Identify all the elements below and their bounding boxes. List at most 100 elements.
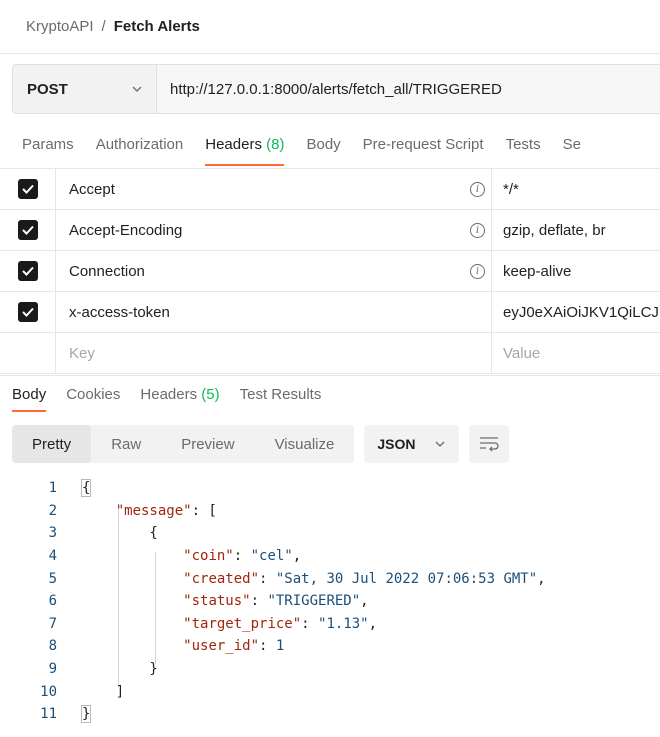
info-icon[interactable]: i: [470, 222, 485, 238]
code-text: :: [301, 615, 319, 632]
response-tabs: Body Cookies Headers (5) Test Results: [0, 375, 660, 413]
header-checkbox[interactable]: [17, 179, 38, 199]
tab-cookies[interactable]: Cookies: [66, 376, 120, 412]
tab-label: Tests: [505, 136, 541, 153]
json-key: "created": [183, 570, 260, 587]
code-text: {: [80, 479, 92, 498]
tab-label: Test Results: [239, 386, 322, 403]
header-key[interactable]: Connection: [69, 263, 145, 280]
json-key: "target_price": [183, 615, 302, 632]
headers-table: Accept i */* Accept-Encoding i gzip, defla…: [0, 168, 660, 374]
json-key: "status": [183, 593, 251, 610]
line-number: 3: [48, 525, 57, 542]
code-line: 9 }: [0, 658, 660, 681]
code-line: 10 ]: [0, 680, 660, 703]
language-select[interactable]: JSON: [364, 425, 460, 463]
header-value[interactable]: eyJ0eXAiOiJKV1QiLCJ: [492, 304, 660, 321]
response-toolbar: Pretty Raw Preview Visualize JSON: [12, 424, 510, 464]
method-select[interactable]: POST: [12, 64, 157, 114]
code-line: 3 {: [0, 522, 660, 545]
code-line: 2 "message": [: [0, 500, 660, 523]
tab-label: Body: [306, 136, 341, 153]
code-text: ,: [292, 548, 302, 565]
json-value: 1: [275, 638, 285, 655]
view-pretty-button[interactable]: Pretty: [12, 425, 92, 463]
json-value: "TRIGGERED": [267, 593, 361, 610]
info-icon[interactable]: i: [470, 263, 485, 279]
code-line: 5 "created": "Sat, 30 Jul 2022 07:06:53 …: [0, 567, 660, 590]
line-number: 6: [48, 593, 57, 610]
tab-label: Headers: [140, 386, 198, 403]
header-checkbox[interactable]: [17, 261, 38, 281]
breadcrumb: KryptoAPI / Fetch Alerts: [0, 0, 660, 54]
header-key[interactable]: Accept: [69, 181, 115, 198]
info-icon[interactable]: i: [470, 181, 485, 197]
tab-tests[interactable]: Tests: [506, 126, 541, 166]
response-headers-count: (5): [201, 386, 220, 403]
code-text: :: [250, 593, 268, 610]
view-mode-group: Pretty Raw Preview Visualize: [12, 425, 355, 463]
table-row: Connection i keep-alive: [0, 250, 660, 292]
code-text: ,: [537, 570, 546, 587]
code-text: {: [82, 525, 158, 542]
json-value: "cel": [250, 548, 293, 565]
checkmark-icon: [21, 225, 34, 235]
tab-response-headers[interactable]: Headers (5): [140, 376, 219, 412]
new-header-key-input[interactable]: Key: [56, 332, 492, 374]
header-value[interactable]: */*: [492, 181, 660, 198]
code-line: 1{: [0, 477, 660, 500]
line-number: 1: [48, 480, 57, 497]
tab-authorization[interactable]: Authorization: [96, 126, 184, 166]
code-line: 4 "coin": "cel",: [0, 545, 660, 568]
header-checkbox[interactable]: [17, 302, 38, 322]
header-value[interactable]: keep-alive: [492, 263, 660, 280]
language-label: JSON: [377, 436, 416, 452]
chevron-down-icon: [132, 86, 142, 92]
checkmark-icon: [21, 266, 34, 276]
tab-label: Cookies: [66, 386, 121, 403]
method-label: POST: [27, 80, 68, 98]
view-preview-button[interactable]: Preview: [161, 425, 254, 463]
tab-test-results[interactable]: Test Results: [240, 376, 322, 412]
code-text: : [: [191, 502, 217, 519]
view-raw-button[interactable]: Raw: [91, 425, 161, 463]
line-number: 4: [48, 548, 57, 565]
request-tabs: Params Authorization Headers (8) Body Pr…: [0, 126, 660, 168]
json-value: "Sat, 30 Jul 2022 07:06:53 GMT": [275, 570, 538, 587]
response-body-viewer[interactable]: 1{ 2 "message": [ 3 { 4 "coin": "cel", 5…: [0, 477, 660, 726]
line-number: 10: [40, 683, 57, 700]
tab-label: Params: [22, 136, 74, 153]
header-checkbox[interactable]: [17, 220, 38, 240]
line-number: 9: [48, 661, 57, 678]
new-header-value-input[interactable]: Value: [492, 345, 660, 362]
request-name[interactable]: Fetch Alerts: [114, 18, 200, 35]
tab-body[interactable]: Body: [306, 126, 340, 166]
tab-settings[interactable]: Se: [563, 126, 581, 166]
tab-params[interactable]: Params: [22, 126, 74, 166]
line-number: 5: [48, 570, 57, 587]
tab-response-body[interactable]: Body: [12, 376, 47, 412]
table-row: Accept i */*: [0, 168, 660, 210]
table-row: x-access-token eyJ0eXAiOiJKV1QiLCJ: [0, 291, 660, 333]
json-value: "1.13": [318, 615, 369, 632]
tab-label: Body: [12, 386, 47, 403]
code-text: }: [80, 705, 92, 724]
url-input[interactable]: http://127.0.0.1:8000/alerts/fetch_all/T…: [157, 64, 660, 114]
wrap-lines-button[interactable]: [469, 425, 510, 463]
tab-pre-request-script[interactable]: Pre-request Script: [363, 126, 484, 166]
header-key[interactable]: x-access-token: [69, 304, 170, 321]
header-value[interactable]: gzip, deflate, br: [492, 222, 660, 239]
header-key[interactable]: Accept-Encoding: [69, 222, 182, 239]
tab-headers[interactable]: Headers (8): [205, 126, 285, 166]
tab-label: Se: [562, 136, 581, 153]
code-line: 6 "status": "TRIGGERED",: [0, 590, 660, 613]
code-line: 11}: [0, 703, 660, 726]
breadcrumb-collection[interactable]: KryptoAPI: [26, 18, 94, 35]
code-text: ,: [360, 593, 369, 610]
code-line: 7 "target_price": "1.13",: [0, 613, 660, 636]
view-visualize-button[interactable]: Visualize: [255, 425, 355, 463]
checkmark-icon: [21, 307, 34, 317]
line-number: 8: [48, 638, 57, 655]
code-text: :: [259, 570, 276, 587]
wrap-lines-icon: [480, 437, 499, 452]
